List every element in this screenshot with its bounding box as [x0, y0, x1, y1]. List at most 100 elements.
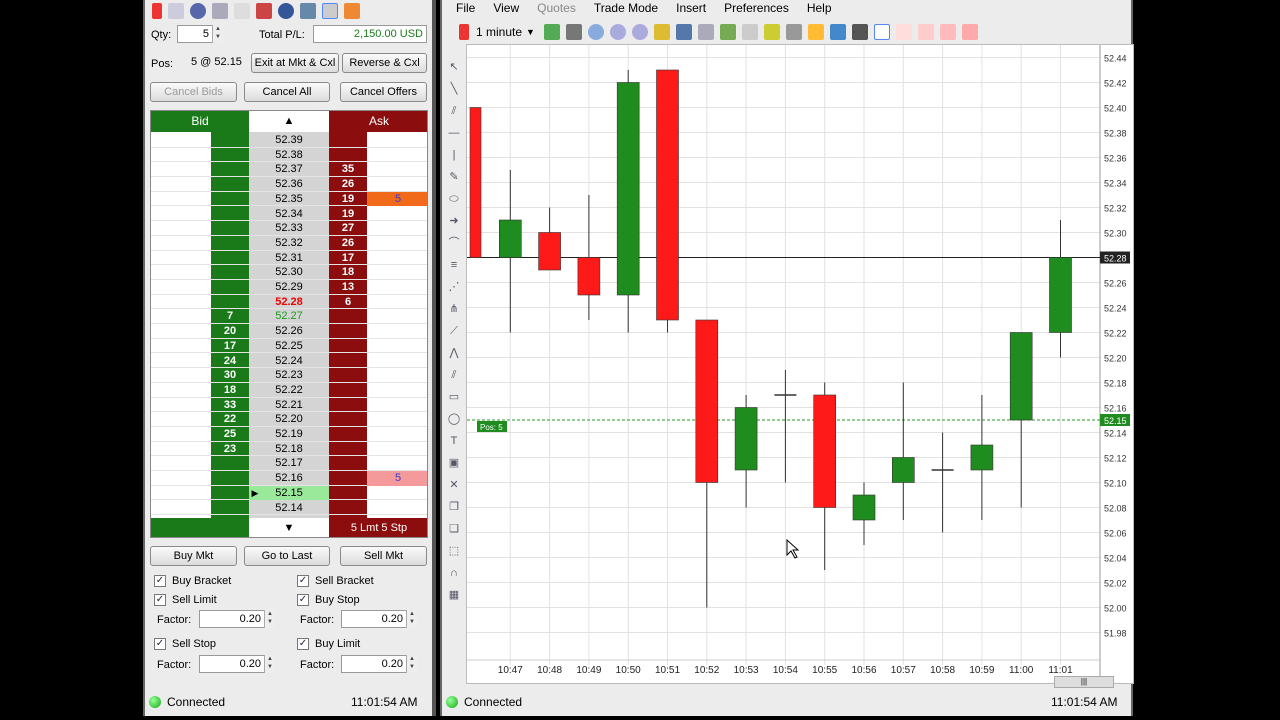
ask-size-cell[interactable]: [329, 486, 367, 501]
bid-order-cell[interactable]: [151, 295, 211, 310]
ask-order-cell[interactable]: [367, 309, 427, 324]
buy-limit-checkbox[interactable]: ✓: [297, 638, 309, 650]
ask-size-cell[interactable]: [329, 471, 367, 486]
ask-size-cell[interactable]: [329, 309, 367, 324]
ladder-row[interactable]: 7 52.27: [151, 309, 427, 325]
ask-size-cell[interactable]: 19: [329, 192, 367, 207]
ladder-row[interactable]: 25 52.19: [151, 427, 427, 442]
bid-order-cell[interactable]: [151, 192, 211, 207]
sell-stop-checkbox[interactable]: ✓: [154, 638, 166, 650]
select-icon[interactable]: ⬚: [446, 543, 462, 559]
paste-icon[interactable]: ❑: [446, 521, 462, 537]
bid-order-cell[interactable]: [151, 471, 211, 486]
refresh-icon[interactable]: [697, 24, 714, 40]
bid-size-cell[interactable]: 25: [211, 427, 249, 442]
candle-body[interactable]: [577, 257, 601, 296]
book-icon[interactable]: [829, 24, 846, 40]
ask-order-cell[interactable]: [367, 368, 427, 383]
eraser-icon[interactable]: [851, 24, 868, 40]
ask-order-cell[interactable]: [367, 251, 427, 266]
candle-body[interactable]: [813, 394, 837, 508]
cancel-all-button[interactable]: Cancel All: [244, 82, 330, 102]
ask-size-cell[interactable]: 26: [329, 177, 367, 192]
circle-icon[interactable]: ◯: [446, 411, 462, 427]
bid-size-cell[interactable]: [211, 133, 249, 148]
ladder-row[interactable]: 52.28 6: [151, 295, 427, 310]
candle-body[interactable]: [734, 407, 758, 471]
bid-order-cell[interactable]: [151, 501, 211, 516]
sell-stop-factor-input[interactable]: 0.20: [199, 655, 265, 673]
cancel-offers-button[interactable]: Cancel Offers: [340, 82, 427, 102]
bid-size-cell[interactable]: 33: [211, 398, 249, 413]
ask-size-cell[interactable]: 6: [329, 295, 367, 310]
ask-order-cell[interactable]: [367, 148, 427, 163]
line-icon[interactable]: ╲: [446, 81, 462, 97]
candle-body[interactable]: [1009, 332, 1033, 421]
bid-size-cell[interactable]: [211, 251, 249, 266]
ask-size-cell[interactable]: [329, 324, 367, 339]
menu-help[interactable]: Help: [807, 1, 832, 17]
save-icon[interactable]: [675, 24, 692, 40]
menu-insert[interactable]: Insert: [676, 1, 706, 17]
bid-order-cell[interactable]: [151, 177, 211, 192]
factor-spinner[interactable]: ▲ ▼: [406, 655, 417, 673]
candle-body[interactable]: [616, 82, 640, 296]
interval-select[interactable]: 1 minute: [476, 25, 522, 39]
lock-icon[interactable]: [653, 24, 670, 40]
channel-icon[interactable]: ⋰: [446, 279, 462, 295]
ladder-row[interactable]: 52.32 26: [151, 236, 427, 251]
candlestick-chart[interactable]: 52.44 52.42 52.40 52.38 52.36 52.34 52.32 52.30…: [467, 45, 1135, 685]
settings-icon[interactable]: [190, 3, 206, 19]
ladder-row[interactable]: 20 52.26: [151, 324, 427, 339]
chevron-down-icon[interactable]: ▼: [526, 27, 535, 37]
bid-order-cell[interactable]: [151, 412, 211, 427]
shield-icon[interactable]: [300, 3, 316, 19]
ask-order-cell[interactable]: 5: [367, 191, 427, 207]
ladder-row[interactable]: 52.39: [151, 133, 427, 148]
horizontal-scrollbar[interactable]: |||: [1054, 676, 1114, 688]
bid-order-cell[interactable]: [151, 383, 211, 398]
bid-order-cell[interactable]: [151, 207, 211, 222]
cross-icon[interactable]: [917, 24, 934, 40]
buy-limit-factor-input[interactable]: 0.20: [341, 655, 407, 673]
candle-body[interactable]: [656, 69, 679, 321]
ask-size-cell[interactable]: [329, 133, 367, 148]
bid-size-cell[interactable]: [211, 236, 249, 251]
ask-order-cell[interactable]: [367, 280, 427, 295]
ask-order-cell[interactable]: [367, 133, 427, 148]
menu-file[interactable]: File: [456, 1, 475, 17]
arc-icon[interactable]: ⌒: [446, 235, 462, 251]
globe-icon[interactable]: [278, 3, 294, 19]
vertical-line-icon[interactable]: |: [446, 147, 462, 163]
ask-size-cell[interactable]: [329, 354, 367, 369]
bid-size-cell[interactable]: [211, 456, 249, 471]
gann-icon[interactable]: ⟋: [446, 323, 462, 339]
bid-size-cell[interactable]: [211, 471, 249, 486]
ladder-row[interactable]: 52.37 35: [151, 162, 427, 178]
ladder-row[interactable]: 23 52.18: [151, 442, 427, 457]
candle-body[interactable]: [891, 457, 915, 483]
refresh-icon[interactable]: [212, 3, 228, 19]
ladder-row[interactable]: 52.14: [151, 501, 427, 516]
ask-order-cell[interactable]: [367, 383, 427, 398]
indicators-icon[interactable]: [719, 24, 736, 40]
candle-body[interactable]: [538, 232, 561, 271]
ask-size-cell[interactable]: 18: [329, 265, 367, 280]
sell-limit-checkbox[interactable]: ✓: [154, 594, 166, 606]
fan-icon[interactable]: ⋀: [446, 345, 462, 361]
bid-order-cell[interactable]: [151, 162, 211, 177]
reverse-cancel-button[interactable]: Reverse & Cxl: [342, 53, 427, 73]
ask-size-cell[interactable]: [329, 339, 367, 354]
bid-size-cell[interactable]: 23: [211, 442, 249, 457]
ladder-row[interactable]: 52.29 13: [151, 280, 427, 295]
candle-body[interactable]: [1049, 257, 1072, 333]
bid-size-cell[interactable]: [211, 221, 249, 236]
bid-order-cell[interactable]: [151, 339, 211, 354]
ladder-row[interactable]: 30 52.23: [151, 368, 427, 383]
copy-icon[interactable]: ❐: [446, 499, 462, 515]
menu-trade-mode[interactable]: Trade Mode: [594, 1, 658, 17]
go-to-last-button[interactable]: Go to Last: [244, 546, 330, 566]
bid-order-cell[interactable]: [151, 324, 211, 339]
bid-size-cell[interactable]: 18: [211, 383, 249, 398]
ask-order-cell[interactable]: [367, 486, 427, 501]
